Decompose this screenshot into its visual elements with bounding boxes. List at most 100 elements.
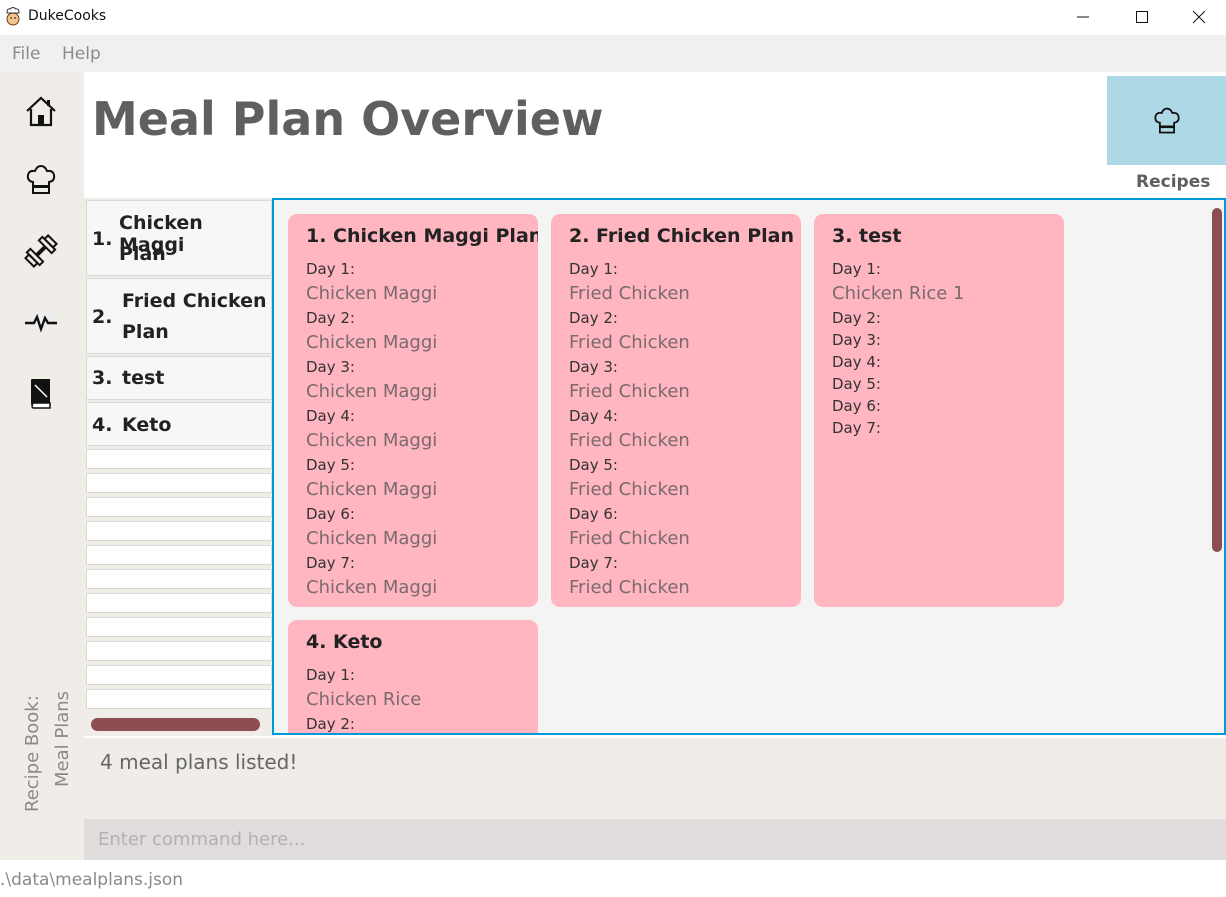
- day-label: Day 2:: [832, 309, 881, 327]
- card-title: 3. test: [832, 225, 902, 247]
- day-recipe: Chicken Maggi: [306, 577, 438, 598]
- recipes-button[interactable]: [1107, 76, 1226, 165]
- list-item-number: 1.: [92, 228, 113, 250]
- app-window: DukeCooks File Help Recipe Book: Meal Pl…: [0, 0, 1226, 897]
- context-label-line1: Recipe Book:: [22, 695, 43, 812]
- day-label: Day 2:: [306, 715, 355, 733]
- day-label: Day 6:: [832, 397, 881, 415]
- day-label: Day 3:: [569, 358, 618, 376]
- nav-exercise-button[interactable]: [20, 230, 62, 272]
- context-label-line2: Meal Plans: [52, 690, 73, 787]
- day-recipe: Chicken Maggi: [306, 283, 438, 304]
- chef-hat-icon: [26, 164, 56, 194]
- book-icon: [31, 379, 51, 409]
- day-recipe: Chicken Rice: [306, 689, 422, 710]
- minimize-icon: [1077, 16, 1089, 17]
- page-title: Meal Plan Overview: [92, 92, 604, 146]
- day-recipe: Fried Chicken: [569, 528, 690, 549]
- day-label: Day 1:: [306, 666, 355, 684]
- empty-list-cell: [86, 593, 272, 613]
- meal-plan-cards-panel: 1. Chicken Maggi Plan Day 1: Chicken Mag…: [272, 198, 1226, 735]
- day-label: Day 3:: [832, 331, 881, 349]
- dumbbell-icon: [24, 234, 58, 268]
- cards-vertical-scrollbar[interactable]: [1212, 208, 1222, 552]
- meal-plan-card[interactable]: 4. Keto Day 1: Chicken Rice Day 2:: [288, 620, 538, 733]
- day-recipe: Chicken Maggi: [306, 479, 438, 500]
- close-icon: [1192, 10, 1206, 23]
- empty-list-cell: [86, 497, 272, 517]
- day-label: Day 7:: [306, 554, 355, 572]
- day-label: Day 3:: [306, 358, 355, 376]
- list-item[interactable]: 2. Fried Chicken Plan: [86, 278, 272, 354]
- maximize-button[interactable]: [1113, 0, 1171, 33]
- card-days: Day 1: Chicken Rice 1 Day 2: Day 3: Day …: [832, 259, 965, 440]
- day-label: Day 1:: [832, 260, 881, 278]
- day-label: Day 6:: [569, 505, 618, 523]
- day-label: Day 2:: [569, 309, 618, 327]
- command-input[interactable]: [84, 819, 1226, 860]
- result-message: 4 meal plans listed!: [100, 750, 298, 774]
- meal-plan-card[interactable]: 2. Fried Chicken Plan Day 1: Fried Chick…: [551, 214, 801, 607]
- close-button[interactable]: [1170, 0, 1226, 33]
- page-context-label: Recipe Book: Meal Plans: [20, 662, 80, 812]
- empty-list-cell: [86, 665, 272, 685]
- data-file-path: .\data\mealplans.json: [0, 870, 184, 890]
- empty-list-cell: [86, 473, 272, 493]
- day-label: Day 5:: [569, 456, 618, 474]
- day-recipe: Fried Chicken: [569, 577, 690, 598]
- list-item-number: 2.: [92, 306, 113, 328]
- list-item[interactable]: 3. test: [86, 356, 272, 400]
- empty-list-cell: [86, 689, 272, 709]
- app-logo-icon: [6, 7, 20, 26]
- menu-help[interactable]: Help: [62, 44, 101, 64]
- day-label: Day 5:: [306, 456, 355, 474]
- list-horizontal-scrollbar[interactable]: [91, 718, 260, 731]
- day-recipe: Fried Chicken: [569, 430, 690, 451]
- day-recipe: Fried Chicken: [569, 332, 690, 353]
- maximize-icon: [1136, 10, 1148, 23]
- status-bar: .\data\mealplans.json: [0, 860, 1226, 897]
- nav-recipes-button[interactable]: [20, 159, 62, 201]
- day-label: Day 4:: [569, 407, 618, 425]
- list-item-title: Keto: [122, 414, 172, 436]
- empty-list-cell: [86, 641, 272, 661]
- recipes-button-label: Recipes: [1136, 172, 1211, 192]
- list-item-title-cont: Plan: [119, 243, 166, 265]
- card-title: 1. Chicken Maggi Plan: [306, 225, 538, 247]
- day-recipe: Chicken Rice 1: [832, 283, 965, 304]
- day-label: Day 7:: [832, 419, 881, 437]
- day-label: Day 4:: [306, 407, 355, 425]
- nav-home-button[interactable]: [20, 90, 62, 132]
- list-item[interactable]: 4. Keto: [86, 402, 272, 446]
- nav-diary-button[interactable]: [20, 372, 62, 414]
- meal-plan-card[interactable]: 3. test Day 1: Chicken Rice 1 Day 2: Day…: [814, 214, 1064, 607]
- day-label: Day 5:: [832, 375, 881, 393]
- list-item-title-cont: Plan: [122, 321, 169, 343]
- list-item-number: 4.: [92, 414, 113, 436]
- empty-list-cell: [86, 521, 272, 541]
- list-item-title: Fried Chicken: [122, 290, 267, 312]
- menu-bar: File Help: [0, 35, 1226, 72]
- meal-plan-card[interactable]: 1. Chicken Maggi Plan Day 1: Chicken Mag…: [288, 214, 538, 607]
- card-days: Day 1: Fried Chicken Day 2: Fried Chicke…: [569, 259, 690, 602]
- window-title: DukeCooks: [28, 8, 107, 24]
- nav-health-button[interactable]: [20, 301, 62, 343]
- list-item-number: 3.: [92, 367, 113, 389]
- minimize-button[interactable]: [1054, 0, 1112, 33]
- card-title: 4. Keto: [306, 631, 383, 653]
- empty-list-cell: [86, 545, 272, 565]
- heartbeat-icon: [25, 310, 57, 335]
- title-bar: DukeCooks: [0, 0, 1226, 33]
- day-recipe: Fried Chicken: [569, 283, 690, 304]
- day-recipe: Chicken Maggi: [306, 528, 438, 549]
- card-title: 2. Fried Chicken Plan: [569, 225, 794, 247]
- day-recipe: Chicken Maggi: [306, 430, 438, 451]
- day-label: Day 4:: [832, 353, 881, 371]
- empty-list-cell: [86, 569, 272, 589]
- list-item[interactable]: 1. Chicken Maggi Plan: [86, 200, 272, 276]
- command-box: [84, 819, 1226, 860]
- menu-file[interactable]: File: [12, 44, 40, 64]
- result-display: 4 meal plans listed!: [84, 738, 1226, 819]
- day-recipe: Chicken Maggi: [306, 332, 438, 353]
- side-navigation: Recipe Book: Meal Plans: [0, 72, 84, 860]
